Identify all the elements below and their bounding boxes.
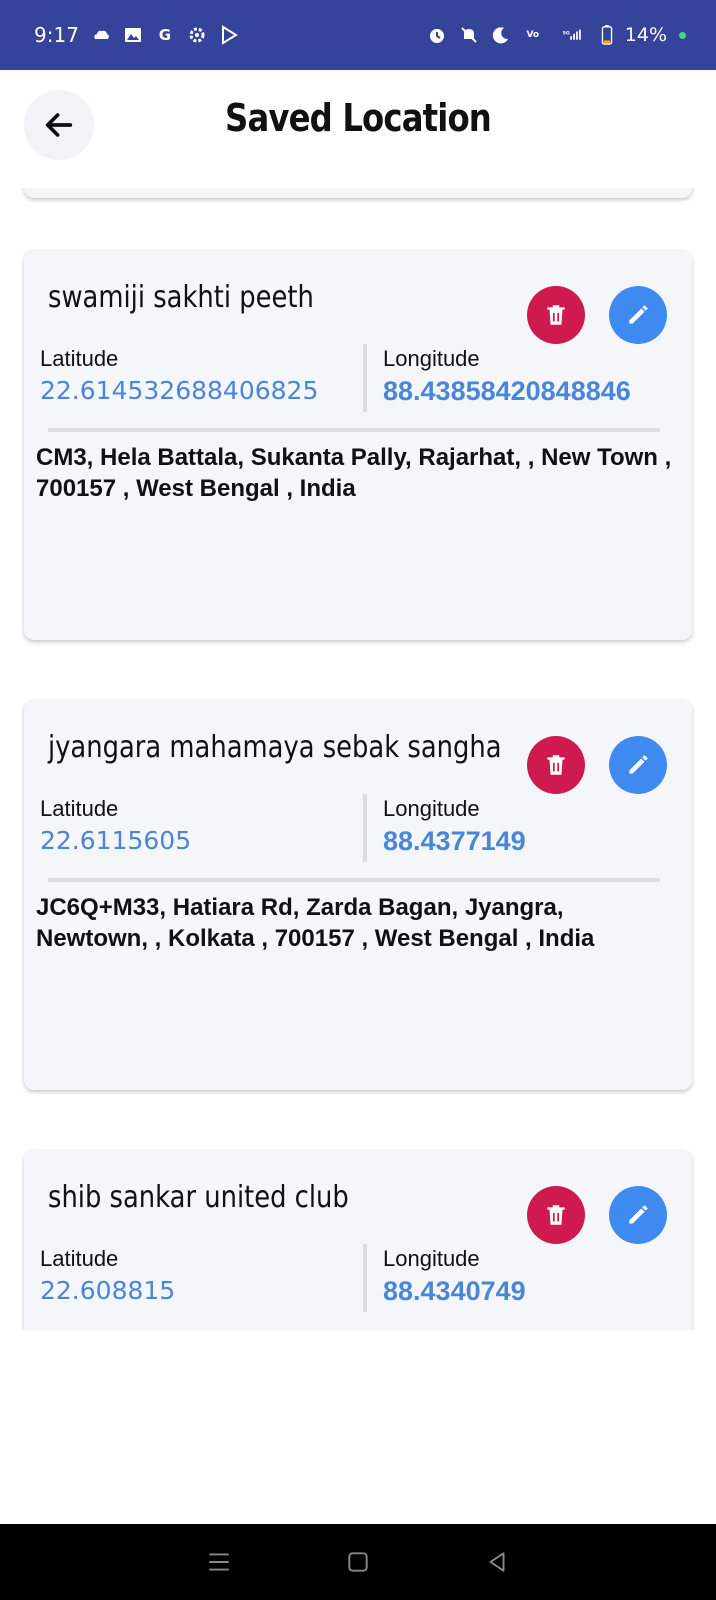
app-header: Saved Location	[0, 70, 716, 188]
settings-icon	[187, 25, 207, 45]
do-not-disturb-icon	[491, 25, 511, 45]
longitude-value: 88.4340749	[383, 1276, 526, 1306]
pencil-icon	[629, 755, 648, 774]
latitude-block: Latitude 22.614532688406825	[40, 344, 318, 405]
status-left: 9:17 G	[34, 23, 239, 47]
edit-button[interactable]	[609, 736, 667, 794]
longitude-value: 88.43858420848846	[383, 376, 631, 406]
longitude-label: Longitude	[383, 1246, 480, 1271]
longitude-label: Longitude	[383, 346, 480, 371]
cloud-icon	[91, 25, 111, 45]
location-card: swamiji sakhti peeth Latitude 22.6145326…	[24, 250, 692, 640]
location-name: shib sankar united club	[48, 1180, 349, 1215]
location-name: jyangara mahamaya sebak sangha	[48, 730, 502, 765]
latitude-value: 22.614532688406825	[40, 376, 319, 405]
volte-label: Vo	[526, 29, 540, 40]
pencil-icon	[629, 1205, 648, 1224]
edit-button[interactable]	[609, 1186, 667, 1244]
latitude-label: Latitude	[40, 346, 119, 371]
status-right: Vo 5G 14%	[427, 24, 686, 46]
back-triangle-icon	[489, 1552, 505, 1572]
location-card: jyangara mahamaya sebak sangha Latitude …	[24, 700, 692, 1090]
latitude-block: Latitude 22.6115605	[40, 794, 191, 855]
alarm-icon	[427, 25, 447, 45]
recent-apps-button[interactable]	[204, 1547, 234, 1577]
latitude-block: Latitude 22.608815	[40, 1244, 175, 1305]
edit-button[interactable]	[609, 286, 667, 344]
longitude-value: 88.4377149	[383, 826, 526, 856]
latitude-label: Latitude	[40, 1246, 119, 1271]
menu-icon	[209, 1553, 230, 1571]
5g-signal-icon: 5G	[555, 25, 589, 45]
longitude-label: Longitude	[383, 796, 480, 821]
photo-icon	[123, 25, 143, 45]
trash-icon	[547, 305, 565, 325]
delete-button[interactable]	[527, 1186, 585, 1244]
latitude-label: Latitude	[40, 796, 119, 821]
location-address: JC6Q+M33, Hatiara Rd, Zarda Bagan, Jyang…	[36, 894, 595, 952]
home-square-icon	[348, 1552, 368, 1572]
status-time: 9:17	[34, 23, 79, 47]
latitude-value: 22.608815	[40, 1276, 176, 1305]
saved-locations-list[interactable]: swamiji sakhti peeth Latitude 22.6145326…	[0, 188, 716, 1330]
trash-icon	[547, 755, 565, 775]
pencil-icon	[629, 305, 648, 324]
home-button[interactable]	[343, 1547, 373, 1577]
delete-button[interactable]	[527, 286, 585, 344]
longitude-block: Longitude 88.4340749	[363, 1244, 526, 1312]
svg-text:5G: 5G	[562, 30, 569, 36]
location-card	[24, 188, 692, 198]
system-back-button[interactable]	[482, 1547, 512, 1577]
battery-percent: 14%	[624, 24, 667, 46]
trash-icon	[547, 1205, 565, 1225]
page-title: Saved Location	[225, 96, 492, 140]
delete-button[interactable]	[527, 736, 585, 794]
divider	[48, 428, 660, 432]
location-card: shib sankar united club Latitude 22.6088…	[24, 1150, 692, 1330]
divider	[48, 878, 660, 882]
battery-icon	[601, 25, 613, 45]
location-name: swamiji sakhti peeth	[48, 280, 314, 315]
volte-icon: Vo	[523, 25, 543, 45]
status-bar: 9:17 G Vo 5G 14%	[0, 0, 716, 70]
longitude-block: Longitude 88.4377149	[363, 794, 526, 862]
location-address: CM3, Hela Battala, Sukanta Pally, Rajarh…	[36, 444, 672, 502]
mute-icon	[459, 25, 479, 45]
latitude-value: 22.6115605	[40, 826, 192, 855]
longitude-block: Longitude 88.43858420848846	[363, 344, 631, 412]
play-store-icon	[219, 25, 239, 45]
google-icon: G	[158, 26, 172, 44]
system-nav-bar	[0, 1524, 716, 1600]
privacy-indicator-dot	[679, 31, 686, 39]
